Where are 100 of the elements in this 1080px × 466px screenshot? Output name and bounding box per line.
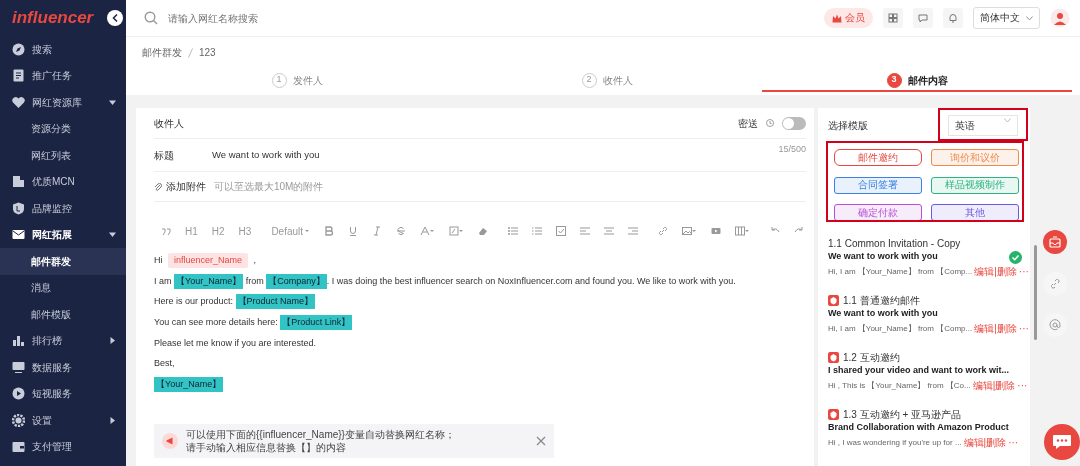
sidebar-item[interactable]: 数据服务 — [0, 354, 126, 381]
bell-button[interactable] — [943, 8, 963, 28]
badge-icon — [828, 408, 839, 420]
compass-icon — [12, 42, 25, 56]
panel-title: 选择模版 — [828, 118, 868, 133]
checklist-icon — [556, 226, 567, 236]
template-subject: Brand Collaboration with Amazon Product — [828, 421, 1010, 434]
at-sign-button[interactable] — [1043, 313, 1067, 337]
edit-delete-link[interactable]: 编辑|删除 — [974, 323, 1017, 334]
image-icon — [682, 226, 693, 236]
chevron-down-icon — [1026, 15, 1033, 21]
language-select[interactable]: 英语 — [948, 114, 1018, 136]
language-select[interactable]: 简体中文 — [973, 6, 1040, 30]
template-subject: We want to work with you — [828, 307, 939, 320]
step-tab[interactable]: 2 收件人 — [452, 70, 762, 92]
email-text-line: Best, — [154, 357, 176, 371]
sidebar-item[interactable]: 网红资源库 — [0, 89, 126, 116]
recipients-label: 收件人 — [154, 116, 185, 131]
email-text-line: Please let me know if you are interested. — [154, 336, 318, 350]
logo: influencer — [12, 7, 94, 30]
at-sign-icon — [1049, 319, 1061, 331]
sidebar-subitem[interactable]: 消息 — [0, 274, 126, 301]
chat-button[interactable] — [1044, 424, 1080, 460]
add-attachment-button[interactable]: 添加附件 — [154, 179, 206, 194]
template-preview: Hi , I was wondering if you're up for ... — [828, 436, 962, 449]
search-icon — [144, 11, 158, 25]
grid-button[interactable] — [883, 8, 903, 28]
chevron-left-icon — [112, 14, 118, 22]
template-preview: Hi, I am 【Your_Name】 from 【Comp... — [828, 322, 973, 335]
edit-delete-link[interactable]: 编辑|删除 — [972, 380, 1016, 391]
quote-icon — [161, 226, 171, 236]
category-button[interactable]: 确定付款 — [834, 204, 922, 222]
link-icon — [1049, 278, 1061, 290]
sidebar-item[interactable]: 优质MCN — [0, 168, 126, 195]
caret-down-icon — [430, 229, 436, 233]
monitor-icon — [12, 360, 25, 374]
chat-button[interactable] — [913, 8, 933, 28]
bell-icon — [948, 13, 958, 23]
sidebar-item[interactable]: 支付管理 — [0, 433, 126, 460]
heart-icon — [12, 95, 25, 109]
crown-icon — [832, 13, 842, 23]
template-item[interactable]: 1.2 互动邀约 I shared your video and want to work wit... Hi , This is 【Your_Name】 from 【Co... 编辑|删除 ··· — [828, 350, 1028, 407]
sidebar-item[interactable]: 推广任务 — [0, 62, 126, 89]
inbox-icon — [1049, 236, 1061, 248]
template-item[interactable]: 1.1 Common Invitation - Copy We want to work with you Hi, I am 【Your_Name】 from 【Comp... 编辑|删除 ··· — [828, 236, 1028, 293]
grid-icon — [888, 13, 898, 23]
bar-chart-icon — [12, 334, 25, 348]
bcc-toggle[interactable] — [782, 116, 806, 130]
strikethrough-icon — [396, 226, 407, 236]
video-icon — [711, 226, 722, 236]
more-button[interactable]: ··· — [1018, 323, 1029, 334]
link-button[interactable] — [1043, 272, 1067, 296]
email-text-line: 【Your_Name】 — [154, 374, 806, 395]
sidebar-item[interactable]: 网红拓展 — [0, 221, 126, 248]
building-icon — [12, 175, 25, 189]
close-button[interactable] — [536, 436, 546, 446]
caret-down-icon — [305, 229, 311, 233]
highlight-icon — [449, 226, 460, 236]
template-button[interactable] — [1043, 230, 1067, 254]
scrollbar[interactable] — [1034, 245, 1037, 340]
search-input[interactable]: 请输入网红名称搜索 — [166, 9, 814, 27]
close-icon — [536, 436, 546, 446]
email-text-line: You can see more details here: 【Product Link】 — [154, 312, 806, 333]
edit-delete-link[interactable]: 编辑|删除 — [963, 437, 1007, 448]
avatar-icon[interactable] — [1050, 8, 1070, 28]
sidebar-item[interactable]: 短视服务 — [0, 380, 126, 407]
collapse-button[interactable] — [107, 10, 123, 26]
bcc-label: 密送 — [738, 116, 758, 131]
sidebar-item[interactable]: 排行榜 — [0, 327, 126, 354]
breadcrumb-link[interactable]: 邮件群发 — [142, 45, 182, 60]
step-tab[interactable]: 3 邮件内容 — [762, 70, 1072, 92]
more-button[interactable]: ··· — [1018, 266, 1029, 277]
align-right-icon — [628, 226, 639, 236]
email-text-line: I am 【Your_Name】 from 【Company】 . I was doing the best influencer search on NoxInfluencer.com and found you. We like to work with you. — [154, 270, 806, 292]
attachment-hint: 可以至选最大10M的附件 — [214, 180, 324, 194]
template-title: 1.3 互动邀约 + 亚马逊产品 — [843, 407, 962, 422]
sidebar-subitem[interactable]: 邮件模版 — [0, 301, 126, 328]
sidebar-subitem[interactable]: 资源分类 — [0, 115, 126, 142]
step-tab[interactable]: 1 发件人 — [142, 70, 452, 92]
edit-delete-link[interactable]: 编辑|删除 — [974, 266, 1017, 277]
template-item[interactable]: 1.3 互动邀约 + 亚马逊产品 Brand Collaboration with Amazon Product Hi , I was wondering if you're up for ... 编辑|删除 ··· — [828, 407, 1028, 464]
more-button[interactable]: ··· — [1017, 380, 1028, 391]
sidebar-item[interactable]: 搜索 — [0, 36, 126, 63]
shield-icon — [12, 201, 25, 215]
more-button[interactable]: ··· — [1008, 437, 1019, 448]
notice-text: 可以使用下面的{{influencer_Name}}变量自动替换网红名称； — [186, 428, 456, 441]
text-color-icon — [420, 226, 431, 236]
badge-icon — [828, 294, 839, 306]
document-icon — [12, 69, 25, 83]
category-button[interactable]: 邮件邀约 — [834, 149, 922, 166]
template-item[interactable]: 1.1 普通邀约邮件 We want to work with you Hi, I am 【Your_Name】 from 【Comp... 编辑|删除 ··· — [828, 293, 1028, 350]
subject-label: 标题 — [154, 148, 174, 163]
sidebar-item[interactable]: 品牌监控 — [0, 195, 126, 222]
category-button[interactable]: 其他 — [931, 204, 1019, 222]
table-icon — [735, 226, 746, 236]
sidebar-subitem[interactable]: 邮件群发 — [0, 248, 126, 275]
sidebar-item[interactable]: 设置 — [0, 407, 126, 434]
sidebar-subitem[interactable]: 网红列表 — [0, 142, 126, 169]
category-button[interactable]: 合同签署 — [834, 176, 922, 194]
bold-icon — [324, 226, 335, 236]
